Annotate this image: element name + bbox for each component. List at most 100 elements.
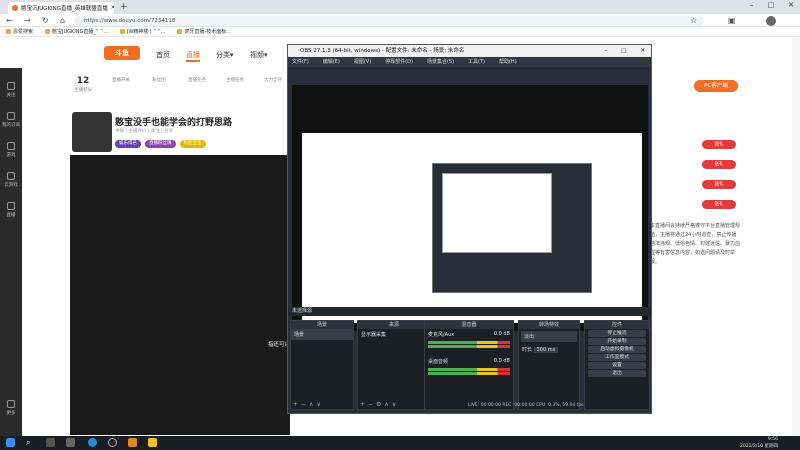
audio-meter: [428, 368, 510, 371]
sidebar-item-cloudgame[interactable]: 云游戏: [0, 172, 22, 188]
app-g-icon[interactable]: [128, 438, 137, 447]
url-input[interactable]: https://www.douyu.com/7234118: [74, 16, 704, 26]
menu-scene-collection[interactable]: 场景集合(S): [427, 57, 454, 67]
more-icon: [7, 400, 15, 408]
bookmark-item[interactable]: 虎牙直播-技术面板...: [177, 28, 231, 35]
sidebar-item-more[interactable]: 更多: [0, 400, 22, 416]
source-actions[interactable]: +−⚙∧∨: [360, 401, 399, 408]
file-explorer-icon[interactable]: [66, 438, 75, 447]
favorite-icon[interactable]: ☆: [690, 16, 697, 25]
profile-avatar[interactable]: [766, 16, 776, 26]
video-player[interactable]: [70, 155, 290, 435]
menu-file[interactable]: 文件(F): [292, 57, 309, 67]
transition-duration-row: 时长 300 ms: [519, 344, 579, 355]
bookmark-item[interactable]: 憨宝JUGKING直播_“ ‘’...: [45, 28, 108, 35]
close-window-icon[interactable]: ✕: [788, 1, 794, 9]
nav-category[interactable]: 分类▾: [216, 50, 234, 60]
browser-tab-bar: 憨宝沉JUGKING直播_英雄联盟直播 ✕ + – □ ✕: [0, 0, 800, 14]
app-y-icon[interactable]: [148, 438, 157, 447]
left-sidebar: 关注 我的订阅 游戏 云游戏 直播 更多: [0, 68, 22, 436]
game-icon: [7, 142, 15, 150]
sidebar-item-live[interactable]: 直播: [0, 202, 22, 218]
close-icon[interactable]: ✕: [640, 45, 645, 57]
sidebar-item-subscribe[interactable]: 我的订阅: [0, 112, 22, 128]
subscribe-icon: [7, 112, 15, 120]
settings-button[interactable]: 设置: [588, 362, 646, 369]
back-icon[interactable]: ←: [6, 16, 13, 25]
duration-input[interactable]: 300 ms: [533, 347, 559, 353]
volume-slider[interactable]: [428, 345, 510, 348]
maximize-icon[interactable]: □: [621, 45, 626, 57]
stat-item[interactable]: 直播任务: [184, 76, 210, 93]
bookmark-icon: [177, 29, 183, 34]
obs-icon[interactable]: [108, 438, 117, 447]
menu-view[interactable]: 视图(V): [354, 57, 371, 67]
menu-docks[interactable]: 停靠部件(D): [385, 57, 413, 67]
badge[interactable]: 粉丝宝宝: [179, 140, 206, 148]
douyu-logo[interactable]: 斗鱼: [104, 46, 140, 60]
gift-button[interactable]: 送礼: [702, 140, 736, 149]
nav-video[interactable]: 视频▾: [250, 50, 268, 60]
source-item[interactable]: 显示器采集: [358, 329, 430, 340]
volume-slider[interactable]: [428, 372, 510, 375]
reload-icon[interactable]: ↻: [42, 16, 49, 25]
gift-button[interactable]: 送礼: [702, 180, 736, 189]
minimize-icon[interactable]: –: [604, 45, 607, 57]
heart-icon: [7, 82, 15, 90]
room-notice: 本直播间会持续严格遵守平台直播管理规范，主播将通过24小时巡查，禁止传播违法违规…: [650, 223, 741, 265]
stat-item[interactable]: 主播任务: [222, 76, 248, 93]
mixer-channel-label: 麦克风/Aux 0.0 dB: [428, 331, 510, 338]
transition-select[interactable]: 淡出: [521, 331, 577, 342]
source-toolbar: 未选择源: [288, 307, 651, 316]
stat-item[interactable]: 直播开关: [108, 76, 134, 93]
page-scrollbar[interactable]: [792, 37, 800, 436]
home-icon[interactable]: ⌂: [60, 16, 65, 25]
maximize-icon[interactable]: □: [768, 1, 775, 9]
badge[interactable]: 直播粉丝牌: [145, 140, 176, 148]
stat-item[interactable]: 12 主播积分: [70, 76, 96, 93]
tab-title: 憨宝沉JUGKING直播_英雄联盟直播: [21, 6, 108, 12]
gift-button[interactable]: 送礼: [702, 160, 736, 169]
cloud-game-icon: [7, 172, 15, 180]
browser-tab[interactable]: 憨宝沉JUGKING直播_英雄联盟直播 ✕: [8, 2, 114, 14]
collections-icon[interactable]: ▣: [728, 16, 736, 25]
bookmark-icon: [45, 29, 51, 34]
menu-edit[interactable]: 编辑(E): [323, 57, 340, 67]
badge[interactable]: 娱乐排名: [115, 140, 141, 148]
window-controls: – □ ✕: [750, 1, 794, 9]
nav-home[interactable]: 首页: [156, 50, 170, 60]
virtual-camera-button[interactable]: 启动虚拟摄像机: [588, 346, 646, 353]
obs-status-bar: LIVE: 00:00:00 REC: 00:00:00 CPU: 0.3%, …: [468, 403, 584, 408]
sidebar-item-game[interactable]: 游戏: [0, 142, 22, 158]
stream-title: 憨宝没手也能学会的打野思路: [115, 118, 233, 128]
menu-help[interactable]: 帮助(H): [499, 57, 517, 67]
new-tab-icon[interactable]: +: [120, 2, 128, 12]
search-icon[interactable]: ⌕: [26, 438, 35, 447]
pc-client-button[interactable]: PC客户端: [694, 80, 738, 92]
system-clock[interactable]: 9:56 2022/2/10 星期四: [740, 436, 778, 450]
task-view-icon[interactable]: [46, 438, 55, 447]
gift-button[interactable]: 送礼: [702, 200, 736, 209]
minimize-icon[interactable]: –: [750, 1, 754, 9]
sidebar-item-follow[interactable]: 关注: [0, 82, 22, 98]
forward-icon[interactable]: →: [24, 16, 31, 25]
close-icon[interactable]: ✕: [111, 5, 114, 11]
stat-item[interactable]: 粉丝团: [146, 76, 172, 93]
obs-preview[interactable]: [292, 85, 648, 331]
scene-actions[interactable]: +−∧∨: [293, 401, 324, 408]
mixer-channel-label: 桌面音频 0.0 dB: [428, 358, 510, 365]
stream-meta: 举报 | 主播评价 | 关注 | 分享: [115, 129, 174, 134]
streamer-avatar[interactable]: [72, 112, 112, 152]
exit-button[interactable]: 退出: [588, 370, 646, 377]
nav-live[interactable]: 直播: [186, 50, 200, 62]
start-recording-button[interactable]: 开始录制: [588, 338, 646, 345]
start-icon[interactable]: [6, 438, 15, 447]
stop-streaming-button[interactable]: 停止推流: [588, 330, 646, 337]
bookmark-item[interactable]: 恩爱搜索: [6, 28, 33, 35]
stat-item[interactable]: 大力全开: [260, 76, 286, 93]
scene-item[interactable]: 场景: [291, 329, 353, 340]
bookmark-item[interactable]: JW精神楼 | “ ‘’...: [120, 28, 165, 35]
edge-icon[interactable]: [88, 438, 97, 447]
studio-mode-button[interactable]: 工作室模式: [588, 354, 646, 361]
menu-tools[interactable]: 工具(T): [468, 57, 485, 67]
